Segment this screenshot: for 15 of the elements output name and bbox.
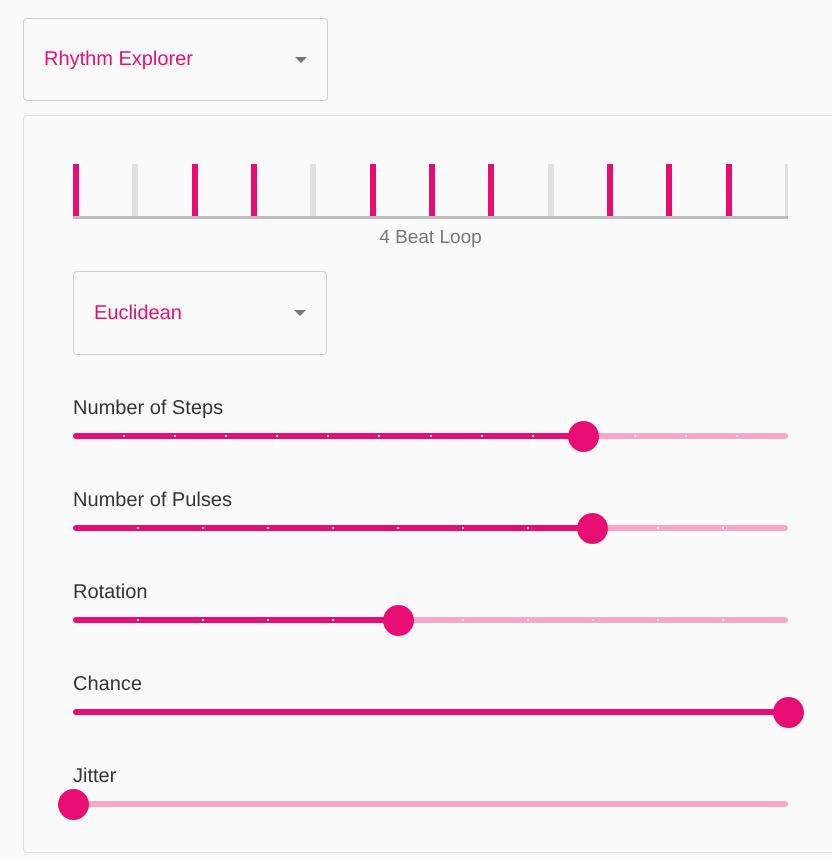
mode-dropdown[interactable]: Rhythm Explorer [23,18,328,101]
slider-label: Chance [73,673,143,696]
slider-thumb[interactable] [58,788,88,820]
slider-thumb[interactable] [568,420,599,452]
caret-icon [294,310,306,316]
algorithm-dropdown[interactable]: Euclidean [73,271,327,355]
slider-label: Number of Steps [73,397,224,420]
caret-icon [295,56,307,62]
slider-thumb[interactable] [577,512,608,544]
pattern-caption: 4 Beat Loop [378,227,483,249]
slider-thumb[interactable] [772,696,804,728]
slider-label: Number of Pulses [73,489,233,512]
slider-label: Jitter [73,765,118,788]
slider-thumb[interactable] [382,604,414,636]
slider-label: Rotation [73,581,148,604]
